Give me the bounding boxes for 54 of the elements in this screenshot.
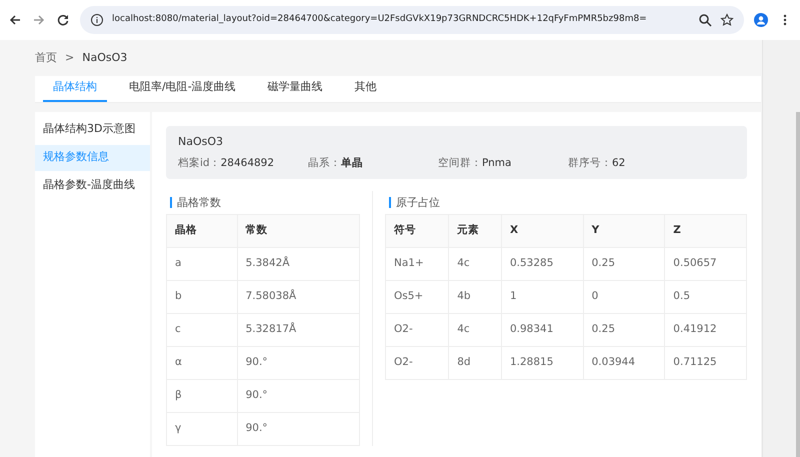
table-cell: 0.41912: [664, 313, 746, 346]
info-field: 档案id：28464892: [178, 156, 308, 172]
url-text: localhost:8080/material_layout?oid=28464700&category=U2FsdGVkX19p73GRNDCRC5HDK+12qFyFmPMR5bz98m8=: [112, 13, 648, 26]
table-cell: 0.98341: [501, 313, 584, 346]
table-cell: 4c: [448, 313, 502, 346]
table-cell: Os5+: [386, 280, 449, 313]
section-title: 晶格常数: [170, 196, 360, 208]
table-cell: 90.°: [237, 346, 360, 379]
table-cell: 0.5: [664, 280, 746, 313]
section-title: 原子占位: [389, 196, 747, 208]
table-cell: 90.°: [237, 379, 360, 412]
table-cell: 1: [501, 280, 584, 313]
info-field: 晶系：单晶: [308, 156, 438, 172]
table-cell: 0: [583, 280, 665, 313]
tab[interactable]: 电阻率/电阻-温度曲线: [119, 76, 246, 102]
table-cell: 0.25: [583, 313, 665, 346]
table-cell: 0.25: [583, 247, 665, 280]
column-header: Z: [664, 214, 746, 247]
info-field: 空间群：Pnma: [438, 156, 568, 172]
table-cell: 0.50657: [664, 247, 746, 280]
address-bar[interactable]: localhost:8080/material_layout?oid=28464700&category=U2FsdGVkX19p73GRNDCRC5HDK+12qFyFmPMR5bz98m8=: [80, 6, 744, 34]
material-name: NaOsO3: [178, 134, 224, 150]
column-header: 晶格: [166, 214, 238, 247]
table-cell: 0.03944: [583, 346, 665, 379]
tab[interactable]: 磁学量曲线: [258, 76, 333, 102]
table-cell: 0.71125: [664, 346, 746, 379]
table-cell: 8d: [448, 346, 502, 379]
table-cell: β: [166, 379, 238, 412]
breadcrumb-link[interactable]: 首页: [35, 50, 57, 66]
column-header: 常数: [237, 214, 360, 247]
column-header: 符号: [386, 214, 449, 247]
table-cell: b: [166, 280, 238, 313]
breadcrumb-separator: >: [65, 50, 74, 66]
table-cell: 7.58038Å: [237, 280, 360, 313]
table-cell: 0.53285: [501, 247, 584, 280]
column-header: 元素: [448, 214, 502, 247]
info-field: 群序号：62: [568, 156, 698, 172]
table-cell: γ: [166, 412, 238, 445]
table-cell: O2-: [386, 346, 449, 379]
table-cell: a: [166, 247, 238, 280]
breadcrumb-current: NaOsO3: [82, 50, 128, 66]
table-cell: 5.32817Å: [237, 313, 360, 346]
table-cell: 5.3842Å: [237, 247, 360, 280]
column-header: Y: [583, 214, 665, 247]
table-cell: 4c: [448, 247, 502, 280]
table-cell: O2-: [386, 313, 449, 346]
tab[interactable]: 其他: [344, 76, 387, 102]
table-cell: 90.°: [237, 412, 360, 445]
table-cell: Na1+: [386, 247, 449, 280]
column-header: X: [501, 214, 584, 247]
table-cell: α: [166, 346, 238, 379]
table-cell: c: [166, 313, 238, 346]
table-cell: 4b: [448, 280, 502, 313]
table-cell: 1.28815: [501, 346, 584, 379]
